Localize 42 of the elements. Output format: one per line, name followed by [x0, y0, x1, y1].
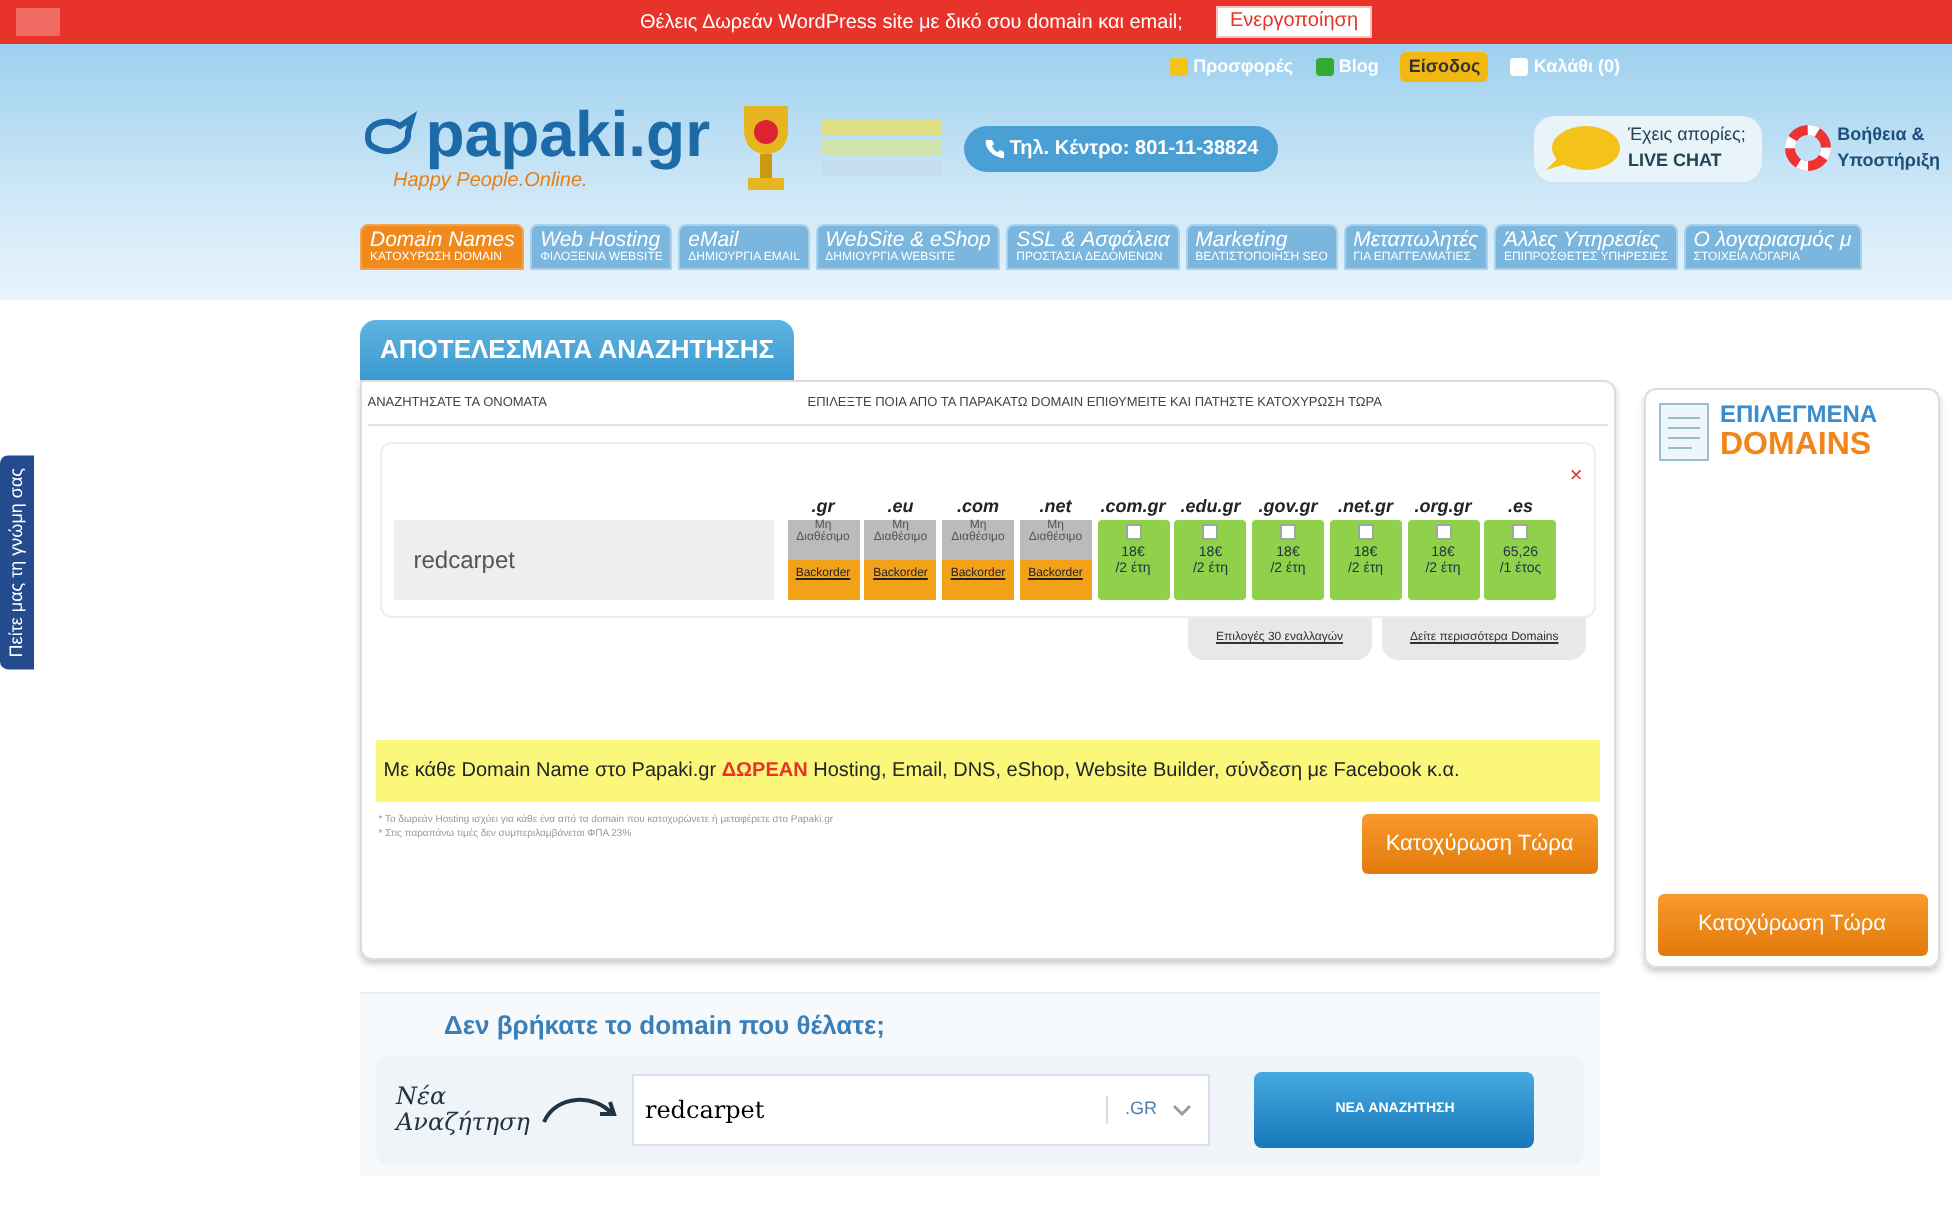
activate-button[interactable]: Ενεργοποίηση: [1215, 6, 1373, 38]
duck-icon: [360, 107, 420, 159]
login-link[interactable]: Είσοδος: [1400, 51, 1489, 83]
chat-bubble-icon: [1542, 122, 1623, 174]
tld-label: .eu: [885, 493, 916, 519]
tagline: Happy People.Online.: [393, 169, 588, 195]
tld-label: .com.gr: [1098, 493, 1168, 520]
tld-label: .gr: [809, 493, 837, 519]
logo[interactable]: papaki.gr: [425, 101, 711, 165]
lifebuoy-icon: [1783, 124, 1832, 172]
close-button[interactable]: ×: [1569, 464, 1583, 489]
register-button[interactable]: Κατοχύρωση Τώρα: [1657, 894, 1927, 955]
live-chat-button[interactable]: Έχεις απορίες; LIVE CHAT: [1534, 115, 1762, 181]
promo-text: Θέλεις Δωρεάν WordPress site με δικό σου domain και email;: [639, 9, 1183, 37]
phone-icon: [984, 138, 1005, 158]
new-search-heading: Δεν βρήκατε το domain που θέλατε;: [444, 1008, 887, 1044]
checkbox[interactable]: [1357, 524, 1374, 541]
tld-label: .gov.gr: [1256, 493, 1320, 520]
checkbox[interactable]: [1125, 524, 1141, 541]
tld-label: .org.gr: [1412, 493, 1474, 520]
chevron-down-icon: [1172, 1104, 1193, 1116]
featured-title: ΕΠΙΛΕΓΜΕΝΑ: [1720, 401, 1878, 428]
search-field[interactable]: redcarpet: [631, 1074, 1112, 1146]
new-search-label: Νέα Αναζήτηση: [396, 1084, 530, 1136]
tld-label: .net: [1037, 493, 1074, 519]
tld-label: .edu.gr: [1178, 493, 1243, 520]
checkbox[interactable]: [1202, 524, 1219, 541]
phone-badge: Τηλ. Κέντρο: 801-11-38824: [964, 125, 1279, 171]
checkbox[interactable]: [1512, 524, 1529, 541]
register-button[interactable]: Κατοχύρωση Τώρα: [1361, 813, 1598, 875]
checkbox[interactable]: [1435, 524, 1451, 541]
featured-title: DOMAINS: [1720, 427, 1874, 463]
tld-label: .net.gr: [1335, 493, 1396, 520]
extension-select[interactable]: .GR: [1106, 1074, 1211, 1146]
tld-label: .com: [954, 493, 1001, 519]
offer-text: Με κάθε Domain Name στο Papaki.gr ΔΩΡΕΑΝ Hosting, Email, DNS, eShop, Website Builder, σύνδεση με Facebook κ.α.: [375, 740, 1601, 803]
document-icon: [1657, 401, 1709, 461]
feedback-tab[interactable]: Πείτε μας τη γνώμη σας: [0, 456, 34, 670]
domain-name: redcarpet: [393, 520, 774, 601]
checkbox[interactable]: [1280, 524, 1296, 541]
tld-label: .es: [1505, 493, 1535, 520]
help-link[interactable]: Βοήθεια & Υποστήριξη: [1783, 121, 1940, 175]
